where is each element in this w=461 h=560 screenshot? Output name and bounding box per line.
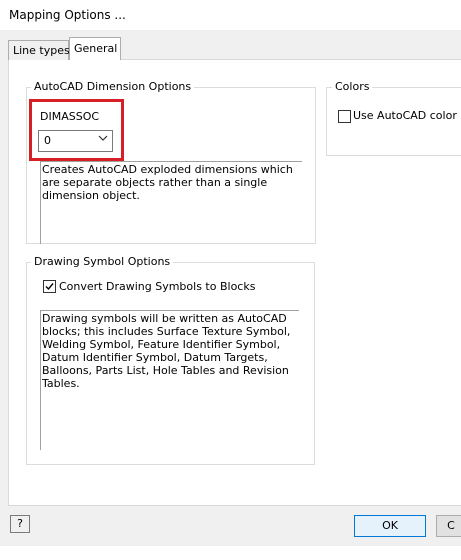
cancel-button[interactable]: C xyxy=(436,515,461,537)
drawing-symbol-options-title: Drawing Symbol Options xyxy=(31,255,174,268)
dimassoc-label: DIMASSOC xyxy=(40,110,100,123)
ok-button[interactable]: OK xyxy=(354,515,426,537)
window-title: Mapping Options ... xyxy=(9,8,126,22)
tab-line-types[interactable]: Line types xyxy=(8,40,70,60)
dimassoc-description: Creates AutoCAD exploded dimensions whic… xyxy=(42,163,293,202)
bottom-strip xyxy=(0,546,461,560)
convert-drawing-symbols-label[interactable]: Convert Drawing Symbols to Blocks xyxy=(59,280,255,293)
use-autocad-color-checkbox[interactable] xyxy=(338,110,351,123)
tab-general[interactable]: General xyxy=(69,37,121,60)
dimassoc-select-value: 0 xyxy=(44,134,51,147)
drawing-symbol-description: Drawing symbols will be written as AutoC… xyxy=(42,312,291,390)
use-autocad-color-label[interactable]: Use AutoCAD color ind xyxy=(353,109,461,122)
colors-title: Colors xyxy=(332,80,373,93)
autocad-dimension-options-title: AutoCAD Dimension Options xyxy=(31,80,195,93)
help-icon: ? xyxy=(17,517,23,530)
checkmark-icon xyxy=(45,283,54,291)
help-button[interactable]: ? xyxy=(10,515,30,533)
chevron-down-icon[interactable] xyxy=(98,133,108,146)
convert-drawing-symbols-checkbox[interactable] xyxy=(43,280,56,293)
